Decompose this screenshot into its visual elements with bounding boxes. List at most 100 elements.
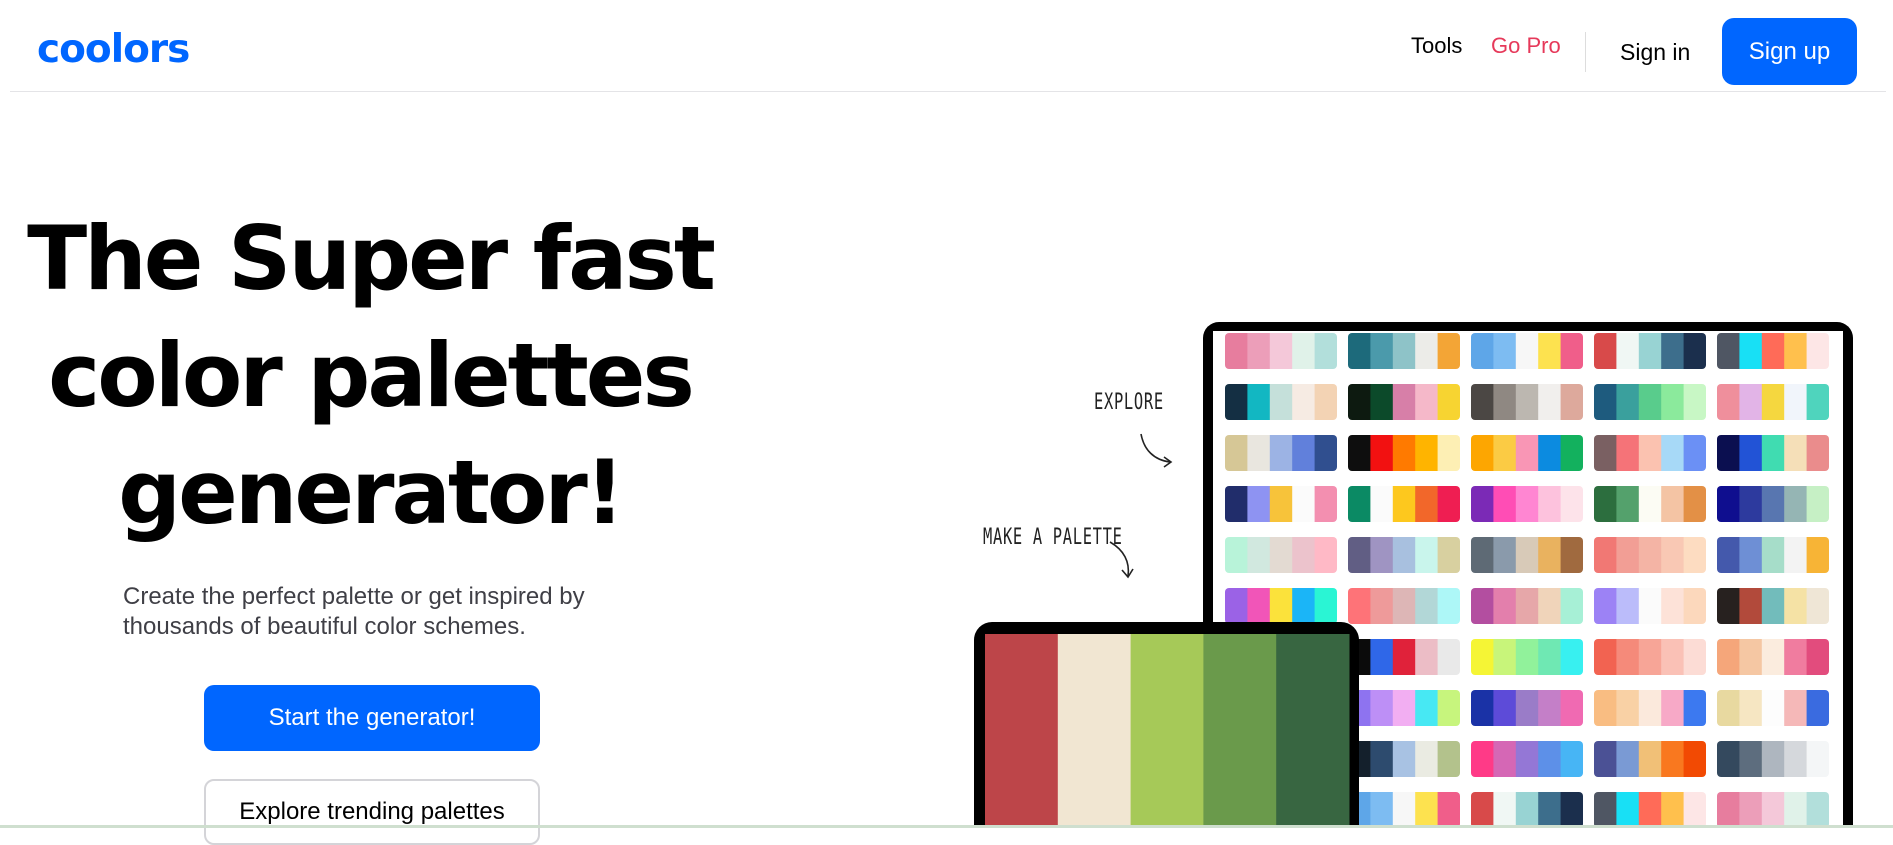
sign-up-button[interactable]: Sign up	[1722, 18, 1857, 85]
nav-go-pro-link[interactable]: Go Pro	[1491, 32, 1561, 60]
color-swatch	[1538, 333, 1562, 369]
color-swatch	[1292, 486, 1316, 522]
mini-palette[interactable]	[1471, 435, 1584, 471]
mini-palette[interactable]	[1594, 792, 1707, 828]
mini-palette[interactable]	[1348, 639, 1461, 675]
color-swatch	[1638, 384, 1662, 420]
color-swatch	[1392, 792, 1416, 828]
color-swatch	[1616, 792, 1640, 828]
mini-palette[interactable]	[1717, 435, 1830, 471]
mini-palette[interactable]	[1348, 384, 1461, 420]
color-swatch	[1415, 588, 1439, 624]
color-swatch	[1683, 639, 1706, 675]
color-swatch	[1717, 333, 1740, 369]
mini-palette[interactable]	[1594, 537, 1707, 573]
mini-palette[interactable]	[1348, 486, 1461, 522]
color-swatch	[1638, 435, 1662, 471]
color-swatch	[1415, 792, 1439, 828]
mini-palette[interactable]	[1717, 486, 1830, 522]
color-swatch	[1247, 741, 1271, 777]
mini-palette[interactable]	[1225, 384, 1338, 420]
color-swatch	[1471, 435, 1494, 471]
mini-palette[interactable]	[1348, 792, 1461, 828]
color-swatch	[1616, 384, 1640, 420]
mini-palette[interactable]	[1225, 792, 1338, 828]
color-swatch	[1392, 537, 1416, 573]
color-swatch	[1806, 435, 1829, 471]
mini-palette[interactable]	[1594, 486, 1707, 522]
color-swatch	[1348, 690, 1371, 726]
mini-palette[interactable]	[1717, 333, 1830, 369]
mini-palette[interactable]	[1225, 537, 1338, 573]
color-swatch	[1370, 435, 1394, 471]
mini-palette[interactable]	[1225, 588, 1338, 624]
color-swatch	[1348, 741, 1371, 777]
mini-palette[interactable]	[1594, 333, 1707, 369]
mini-palette[interactable]	[1471, 537, 1584, 573]
mini-palette[interactable]	[1594, 384, 1707, 420]
explore-trending-button[interactable]: Explore trending palettes	[204, 779, 540, 845]
mini-palette[interactable]	[1471, 384, 1584, 420]
mini-palette[interactable]	[1717, 690, 1830, 726]
color-swatch	[1638, 537, 1662, 573]
mini-palette[interactable]	[1594, 690, 1707, 726]
mini-palette[interactable]	[1717, 384, 1830, 420]
mini-palette[interactable]	[1471, 792, 1584, 828]
sign-in-link[interactable]: Sign in	[1620, 38, 1690, 66]
mini-palette[interactable]	[1717, 588, 1830, 624]
color-swatch	[1225, 537, 1248, 573]
color-swatch	[1493, 333, 1517, 369]
mini-palette[interactable]	[1225, 690, 1338, 726]
mini-palette[interactable]	[1471, 639, 1584, 675]
color-swatch	[1683, 690, 1706, 726]
mini-palette[interactable]	[1348, 690, 1461, 726]
start-generator-button[interactable]: Start the generator!	[204, 685, 540, 751]
mini-palette[interactable]	[1471, 690, 1584, 726]
color-swatch	[1594, 741, 1617, 777]
color-swatch	[1515, 741, 1539, 777]
mini-palette[interactable]	[1348, 333, 1461, 369]
mini-palette[interactable]	[1225, 639, 1338, 675]
color-swatch	[1493, 486, 1517, 522]
mini-palette[interactable]	[1594, 435, 1707, 471]
color-swatch	[1437, 588, 1460, 624]
mini-palette[interactable]	[1225, 741, 1338, 777]
mini-palette[interactable]	[1348, 537, 1461, 573]
color-swatch	[1292, 537, 1316, 573]
mini-palette[interactable]	[1471, 741, 1584, 777]
mini-palette[interactable]	[1594, 639, 1707, 675]
color-swatch	[1616, 639, 1640, 675]
color-swatch	[1717, 537, 1740, 573]
big-palette	[985, 634, 1350, 828]
color-swatch	[1538, 435, 1562, 471]
mini-palette[interactable]	[1471, 486, 1584, 522]
big-palette-swatch	[1057, 634, 1132, 828]
mini-palette[interactable]	[1594, 588, 1707, 624]
color-swatch	[1638, 792, 1662, 828]
mini-palette[interactable]	[1225, 435, 1338, 471]
mini-palette[interactable]	[1348, 588, 1461, 624]
mini-palette[interactable]	[1717, 537, 1830, 573]
mini-palette[interactable]	[1717, 639, 1830, 675]
color-swatch	[1761, 690, 1785, 726]
color-swatch	[1471, 792, 1494, 828]
color-swatch	[1471, 588, 1494, 624]
mini-palette[interactable]	[1225, 486, 1338, 522]
mini-palette[interactable]	[1348, 435, 1461, 471]
mini-palette[interactable]	[1225, 333, 1338, 369]
mini-palette[interactable]	[1471, 333, 1584, 369]
color-swatch	[1370, 690, 1394, 726]
mini-palette[interactable]	[1348, 741, 1461, 777]
color-swatch	[1761, 741, 1785, 777]
color-swatch	[1269, 537, 1293, 573]
color-swatch	[1739, 741, 1763, 777]
mini-palette[interactable]	[1717, 792, 1830, 828]
nav-tools-link[interactable]: Tools	[1411, 32, 1462, 60]
coolors-logo[interactable]: coolors	[37, 22, 190, 78]
mini-palette[interactable]	[1717, 741, 1830, 777]
color-swatch	[1784, 486, 1808, 522]
mini-palette[interactable]	[1471, 588, 1584, 624]
color-swatch	[1717, 588, 1740, 624]
color-swatch	[1661, 792, 1685, 828]
mini-palette[interactable]	[1594, 741, 1707, 777]
